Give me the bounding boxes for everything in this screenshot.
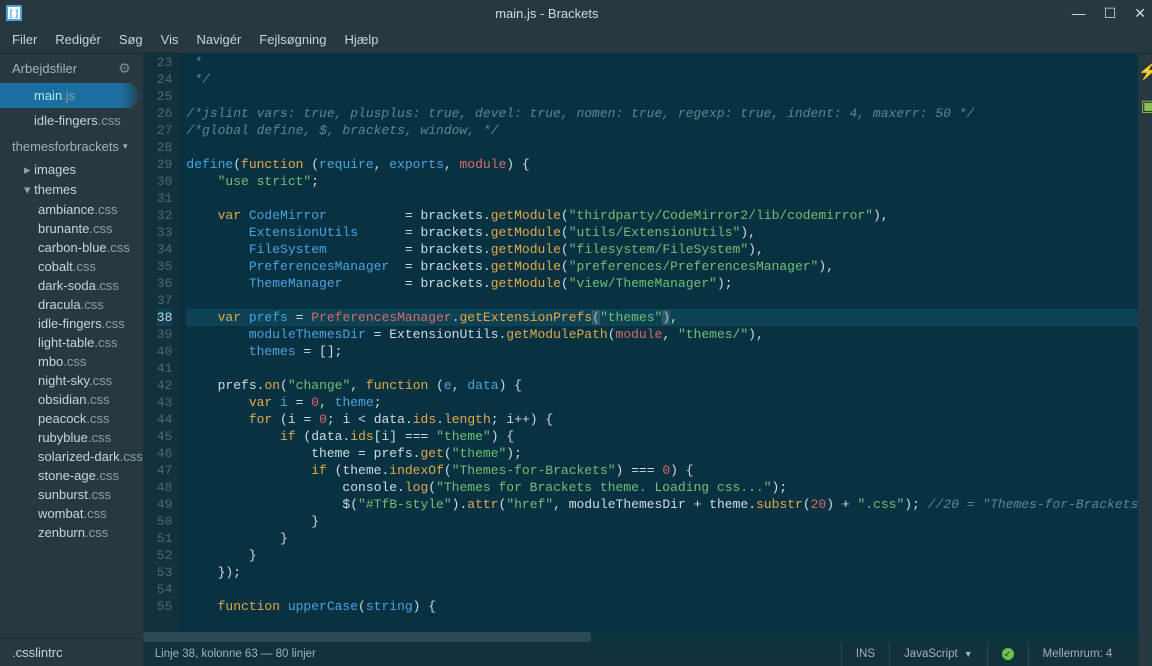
menu-item[interactable]: Filer: [12, 32, 37, 47]
menu-item[interactable]: Hjælp: [344, 32, 378, 47]
menu-item[interactable]: Vis: [161, 32, 179, 47]
menu-item[interactable]: Redigér: [55, 32, 101, 47]
insert-mode[interactable]: INS: [841, 642, 889, 666]
file-item[interactable]: idle-fingers.css: [0, 314, 143, 333]
file-item[interactable]: cobalt.css: [0, 257, 143, 276]
menu-bar: Filer Redigér Søg Vis Navigér Fejlsøgning Hjæl…: [0, 26, 1152, 54]
status-bar: Linje 38, kolonne 63 — 80 linjer INS Jav…: [143, 642, 1139, 666]
file-item[interactable]: brunante.css: [0, 219, 143, 238]
app-logo-icon: [ ]: [6, 5, 22, 21]
gear-icon[interactable]: ⚙: [118, 60, 131, 77]
menu-item[interactable]: Navigér: [196, 32, 241, 47]
folder-item[interactable]: images: [0, 160, 143, 180]
working-files-header: Arbejdsfiler ⚙: [0, 54, 143, 83]
lint-status[interactable]: ✓: [987, 642, 1028, 666]
file-item[interactable]: obsidian.css: [0, 390, 143, 409]
file-item[interactable]: solarized-dark.css: [0, 447, 143, 466]
file-item[interactable]: peacock.css: [0, 409, 143, 428]
file-item[interactable]: night-sky.css: [0, 371, 143, 390]
file-item[interactable]: light-table.css: [0, 333, 143, 352]
project-dropdown[interactable]: themesforbrackets ▾: [0, 133, 143, 160]
file-item[interactable]: stone-age.css: [0, 466, 143, 485]
file-item[interactable]: rubyblue.css: [0, 428, 143, 447]
indent-mode[interactable]: Mellemrum: 4: [1028, 642, 1127, 666]
working-file-item[interactable]: main.js: [0, 83, 143, 108]
editor: 2324252627282930313233343536373839404142…: [143, 54, 1139, 666]
close-button[interactable]: ✕: [1134, 6, 1146, 20]
menu-item[interactable]: Fejlsøgning: [259, 32, 326, 47]
title-bar: [ ] main.js - Brackets — ☐ ✕: [0, 0, 1152, 26]
file-item[interactable]: mbo.css: [0, 352, 143, 371]
file-tree: imagesthemesambiance.cssbrunante.csscarb…: [0, 160, 143, 638]
file-item[interactable]: ambiance.css: [0, 200, 143, 219]
file-item[interactable]: carbon-blue.css: [0, 238, 143, 257]
live-preview-icon[interactable]: ⚡: [1138, 62, 1152, 82]
code-area[interactable]: * */ /*jslint vars: true, plusplus: true…: [182, 54, 1138, 632]
file-item[interactable]: wombat.css: [0, 504, 143, 523]
window-title: main.js - Brackets: [22, 6, 1072, 21]
project-name: themesforbrackets: [12, 139, 119, 154]
sidebar: Arbejdsfiler ⚙ main.jsidle-fingers.css t…: [0, 54, 143, 666]
working-files-label: Arbejdsfiler: [12, 61, 77, 76]
file-item[interactable]: sunburst.css: [0, 485, 143, 504]
right-toolbar: ⚡ ▣: [1138, 54, 1152, 666]
working-file-item[interactable]: idle-fingers.css: [0, 108, 143, 133]
language-mode[interactable]: JavaScript▼: [889, 642, 987, 666]
chevron-down-icon: ▾: [123, 141, 128, 152]
cursor-status: Linje 38, kolonne 63 — 80 linjer: [155, 648, 841, 660]
working-files-list: main.jsidle-fingers.css: [0, 83, 143, 133]
maximize-button[interactable]: ☐: [1104, 6, 1117, 20]
file-item[interactable]: dark-soda.css: [0, 276, 143, 295]
file-item[interactable]: dracula.css: [0, 295, 143, 314]
extension-manager-icon[interactable]: ▣: [1141, 96, 1152, 116]
check-icon: ✓: [1002, 648, 1014, 660]
line-gutter: 2324252627282930313233343536373839404142…: [143, 54, 183, 632]
menu-item[interactable]: Søg: [119, 32, 143, 47]
file-item[interactable]: zenburn.css: [0, 523, 143, 542]
minimize-button[interactable]: —: [1072, 6, 1086, 20]
file-item[interactable]: .csslintrc: [0, 638, 143, 666]
horizontal-scrollbar[interactable]: [143, 632, 1139, 642]
folder-item[interactable]: themes: [0, 180, 143, 200]
